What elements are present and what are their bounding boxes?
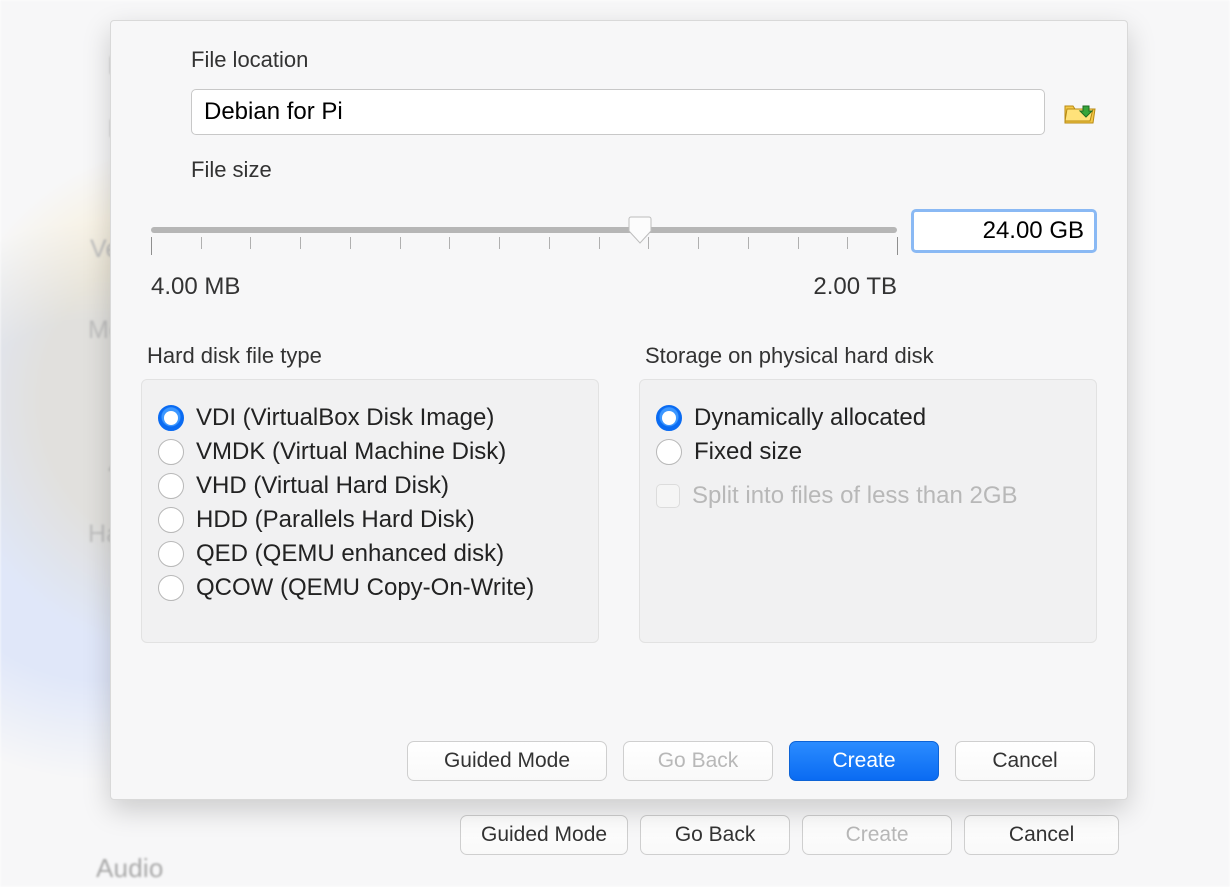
bg-guided-mode-button[interactable]: Guided Mode	[460, 815, 628, 855]
file-size-slider-thumb[interactable]	[627, 215, 653, 245]
storage-option-row-1[interactable]: Fixed size	[656, 438, 1080, 466]
file-type-option-row-0[interactable]: VDI (VirtualBox Disk Image)	[158, 404, 582, 432]
storage-option-label-1: Fixed size	[694, 438, 802, 466]
file-type-option-radio-1[interactable]	[158, 439, 184, 465]
split-files-checkbox	[656, 484, 680, 508]
storage-option-row-0[interactable]: Dynamically allocated	[656, 404, 1080, 432]
create-vhd-dialog: File location File size 4.00 MB 2.00 TB …	[110, 20, 1128, 800]
file-type-group: VDI (VirtualBox Disk Image) VMDK (Virtual…	[141, 379, 599, 643]
storage-option-label-0: Dynamically allocated	[694, 404, 926, 432]
file-type-option-label-2: VHD (Virtual Hard Disk)	[196, 472, 449, 500]
storage-option-radio-0[interactable]	[656, 405, 682, 431]
go-back-button: Go Back	[623, 741, 773, 781]
file-type-option-row-1[interactable]: VMDK (Virtual Machine Disk)	[158, 438, 582, 466]
folder-open-icon	[1063, 97, 1097, 127]
bg-cancel-button[interactable]: Cancel	[964, 815, 1119, 855]
file-type-option-label-1: VMDK (Virtual Machine Disk)	[196, 438, 506, 466]
file-type-option-radio-4[interactable]	[158, 541, 184, 567]
file-type-option-label-4: QED (QEMU enhanced disk)	[196, 540, 504, 568]
file-size-slider-track[interactable]	[151, 227, 897, 233]
file-type-option-radio-5[interactable]	[158, 575, 184, 601]
browse-folder-button[interactable]	[1063, 97, 1097, 127]
bg-go-back-button[interactable]: Go Back	[640, 815, 790, 855]
file-type-option-label-5: QCOW (QEMU Copy-On-Write)	[196, 574, 534, 602]
file-type-option-label-0: VDI (VirtualBox Disk Image)	[196, 404, 494, 432]
cancel-button[interactable]: Cancel	[955, 741, 1095, 781]
storage-option-radio-1[interactable]	[656, 439, 682, 465]
bg-create-button: Create	[802, 815, 952, 855]
file-type-option-row-3[interactable]: HDD (Parallels Hard Disk)	[158, 506, 582, 534]
background-button-row: Guided Mode Go Back Create Cancel	[460, 815, 1119, 855]
split-files-row: Split into files of less than 2GB	[656, 482, 1080, 510]
dialog-button-row: Guided Mode Go Back Create Cancel	[141, 727, 1097, 781]
file-size-min-label: 4.00 MB	[151, 273, 240, 301]
file-type-option-row-5[interactable]: QCOW (QEMU Copy-On-Write)	[158, 574, 582, 602]
bg-audio-label: Audio	[96, 853, 164, 884]
split-files-label: Split into files of less than 2GB	[692, 482, 1018, 510]
file-type-option-radio-3[interactable]	[158, 507, 184, 533]
file-type-option-row-2[interactable]: VHD (Virtual Hard Disk)	[158, 472, 582, 500]
file-type-option-radio-0[interactable]	[158, 405, 184, 431]
create-button[interactable]: Create	[789, 741, 939, 781]
file-size-max-label: 2.00 TB	[813, 273, 897, 301]
file-type-option-label-3: HDD (Parallels Hard Disk)	[196, 506, 475, 534]
file-size-label: File size	[191, 157, 1097, 183]
file-size-slider-ticks	[151, 237, 897, 259]
storage-label: Storage on physical hard disk	[645, 343, 1097, 369]
file-location-label: File location	[191, 47, 1097, 73]
file-type-option-row-4[interactable]: QED (QEMU enhanced disk)	[158, 540, 582, 568]
file-location-input[interactable]	[191, 89, 1045, 135]
file-type-option-radio-2[interactable]	[158, 473, 184, 499]
storage-group: Dynamically allocated Fixed size Split int…	[639, 379, 1097, 643]
guided-mode-button[interactable]: Guided Mode	[407, 741, 607, 781]
file-size-input[interactable]	[911, 209, 1097, 253]
file-type-label: Hard disk file type	[147, 343, 599, 369]
